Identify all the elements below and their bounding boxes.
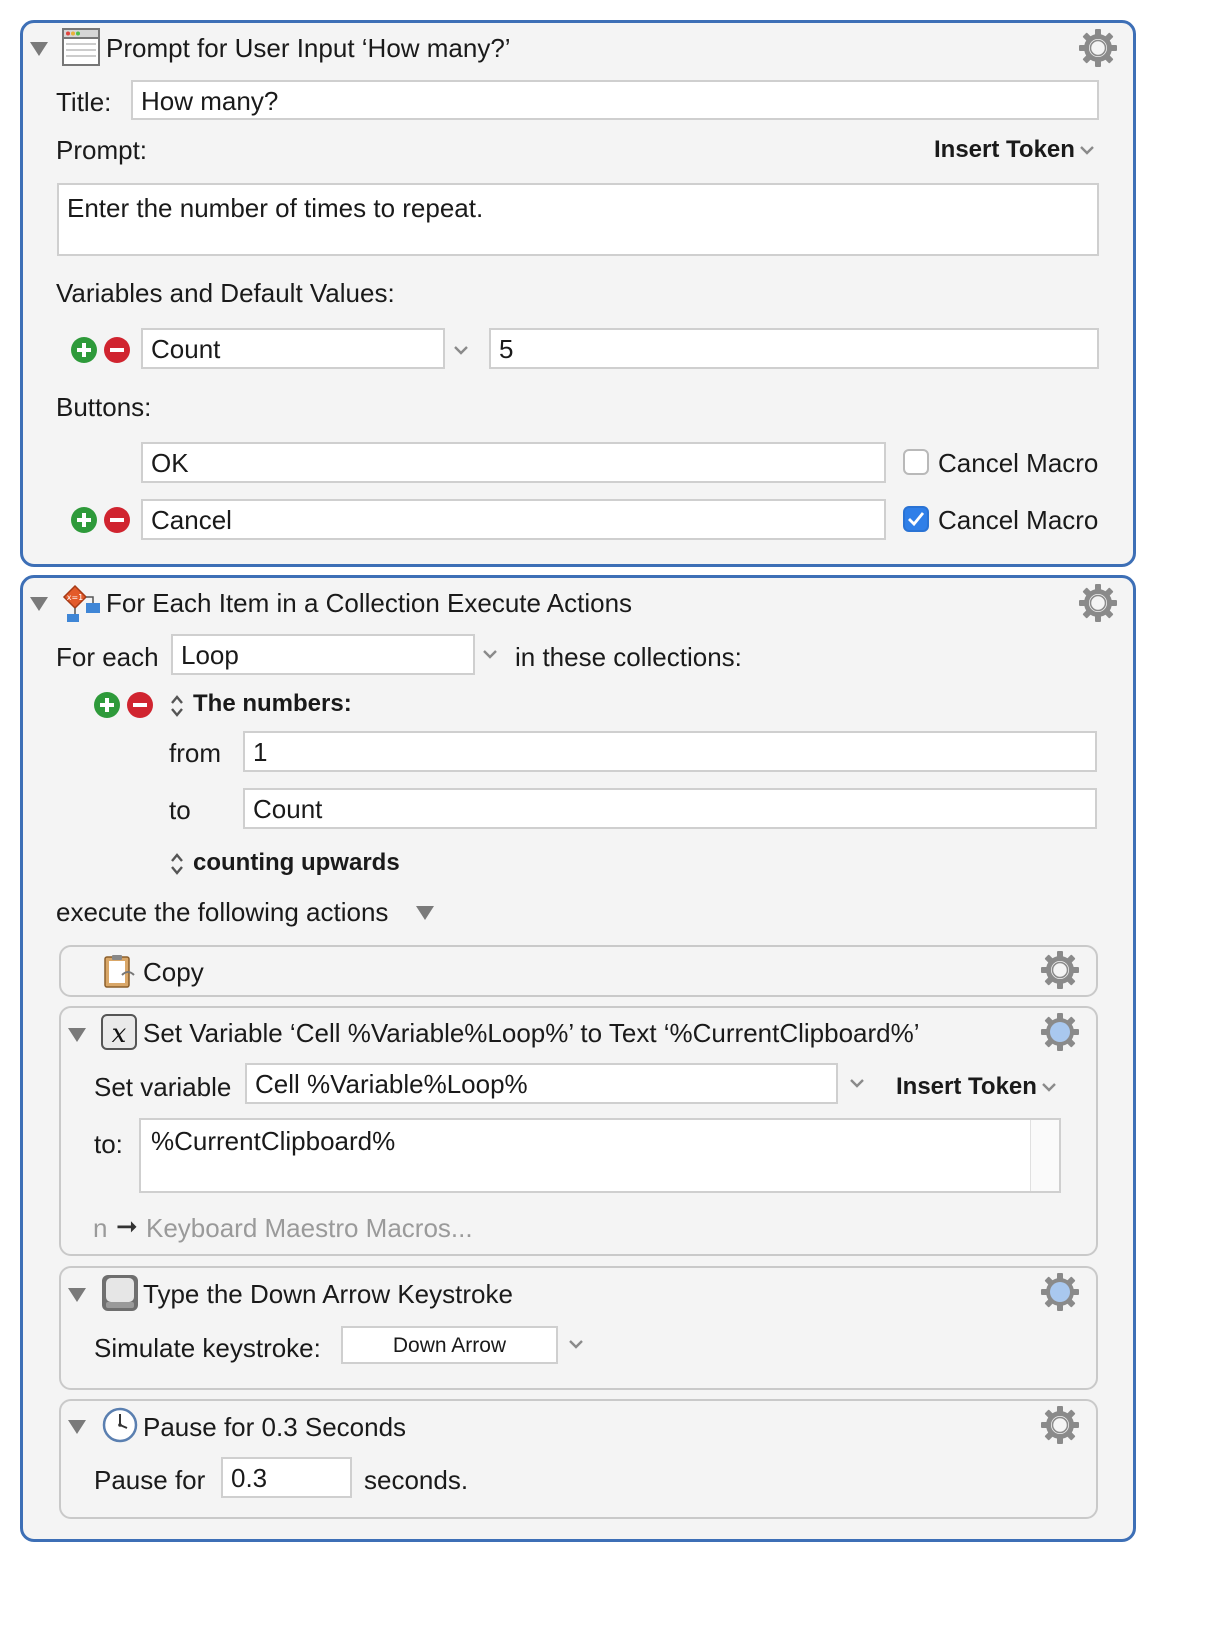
cancel-macro-checkbox-ok[interactable] <box>903 449 929 475</box>
button-label-field-cancel[interactable]: Cancel <box>141 499 886 540</box>
svg-text:x: x <box>112 1019 127 1049</box>
to-label: to <box>169 795 191 825</box>
chevron-down-icon[interactable] <box>849 1077 865 1089</box>
updown-chevron-icon[interactable] <box>170 852 184 876</box>
foreach-icon: x=1 <box>62 584 100 622</box>
direction-popup[interactable]: counting upwards <box>193 849 400 877</box>
chevron-down-icon[interactable] <box>482 648 498 660</box>
pause-seconds-field[interactable]: 0.3 <box>221 1457 352 1498</box>
gear-icon[interactable] <box>1078 28 1118 68</box>
variable-name-field[interactable]: Count <box>141 328 445 369</box>
foreach-action-title[interactable]: For Each Item in a Collection Execute Ac… <box>106 588 632 619</box>
prompt-text-area[interactable]: Enter the number of times to repeat. <box>57 183 1099 256</box>
disclosure-triangle[interactable] <box>68 1288 86 1302</box>
window-icon <box>62 28 100 66</box>
add-button-button[interactable] <box>70 506 98 534</box>
chevron-down-icon[interactable] <box>568 1338 584 1350</box>
add-variable-button[interactable] <box>70 336 98 364</box>
text-value-area[interactable]: %CurrentClipboard% <box>139 1118 1061 1193</box>
arrow-right-icon: ➞ <box>116 1211 138 1241</box>
remove-collection-button[interactable] <box>126 691 154 719</box>
clock-icon <box>102 1407 138 1443</box>
for-each-label: For each <box>56 642 159 672</box>
scrollbar[interactable] <box>1030 1120 1059 1191</box>
key-icon <box>102 1275 138 1311</box>
gear-icon[interactable] <box>1040 1405 1080 1445</box>
buttons-label: Buttons: <box>56 392 152 422</box>
variable-default-field[interactable]: 5 <box>489 328 1099 369</box>
from-label: from <box>169 738 221 768</box>
set-variable-label: Set variable <box>94 1072 232 1102</box>
copy-action[interactable] <box>59 945 1098 997</box>
variable-icon: x <box>101 1014 137 1050</box>
insert-token-button[interactable]: Insert Token <box>934 136 1075 164</box>
macro-path-hint[interactable]: Keyboard Maestro Macros... <box>146 1213 473 1244</box>
gear-icon[interactable] <box>1040 1012 1080 1052</box>
disclosure-triangle[interactable] <box>68 1028 86 1042</box>
loop-variable-field[interactable]: Loop <box>171 634 475 675</box>
chevron-down-icon[interactable] <box>1041 1081 1057 1093</box>
cancel-macro-label: Cancel Macro <box>938 448 1099 478</box>
disclosure-triangle[interactable] <box>68 1420 86 1434</box>
pause-action-title[interactable]: Pause for 0.3 Seconds <box>143 1412 406 1443</box>
execute-label: execute the following actions <box>56 897 389 927</box>
hint-prefix: n <box>93 1213 108 1243</box>
to-label: to: <box>94 1129 123 1159</box>
remove-variable-button[interactable] <box>103 336 131 364</box>
in-collections-label: in these collections: <box>515 642 742 672</box>
disclosure-triangle[interactable] <box>30 597 48 611</box>
insert-token-button[interactable]: Insert Token <box>896 1073 1037 1101</box>
collection-type-popup[interactable]: The numbers: <box>193 690 352 718</box>
variable-name-field[interactable]: Cell %Variable%Loop% <box>245 1063 838 1104</box>
cancel-macro-checkbox-cancel[interactable] <box>903 506 929 532</box>
chevron-down-icon[interactable] <box>1079 144 1095 156</box>
clipboard-icon <box>104 955 135 988</box>
gear-icon[interactable] <box>1078 583 1118 623</box>
cancel-macro-label: Cancel Macro <box>938 505 1099 535</box>
prompt-label: Prompt: <box>56 135 148 165</box>
pause-for-label: Pause for <box>94 1465 206 1495</box>
title-label: Title: <box>56 87 112 117</box>
disclosure-triangle[interactable] <box>30 42 48 56</box>
set-variable-action-title[interactable]: Set Variable ‘Cell %Variable%Loop%’ to T… <box>143 1018 920 1049</box>
to-field[interactable]: Count <box>243 788 1097 829</box>
svg-text:x=1: x=1 <box>67 593 84 602</box>
updown-chevron-icon[interactable] <box>170 694 184 718</box>
chevron-down-icon[interactable] <box>453 344 469 356</box>
prompt-action-title[interactable]: Prompt for User Input ‘How many?’ <box>106 33 511 64</box>
gear-icon[interactable] <box>1040 1272 1080 1312</box>
from-field[interactable]: 1 <box>243 731 1097 772</box>
seconds-label: seconds. <box>364 1465 469 1495</box>
disclosure-triangle[interactable] <box>416 906 434 920</box>
remove-button-button[interactable] <box>103 506 131 534</box>
checkmark-icon <box>908 512 925 527</box>
add-collection-button[interactable] <box>93 691 121 719</box>
text-value: %CurrentClipboard% <box>151 1126 396 1156</box>
title-field[interactable]: How many? <box>131 80 1099 120</box>
keystroke-field[interactable]: Down Arrow <box>341 1326 558 1364</box>
button-label-field-ok[interactable]: OK <box>141 442 886 483</box>
simulate-keystroke-label: Simulate keystroke: <box>94 1333 321 1363</box>
keystroke-action-title[interactable]: Type the Down Arrow Keystroke <box>143 1279 513 1310</box>
gear-icon[interactable] <box>1040 950 1080 990</box>
copy-action-title[interactable]: Copy <box>143 957 204 988</box>
variables-label: Variables and Default Values: <box>56 278 395 308</box>
